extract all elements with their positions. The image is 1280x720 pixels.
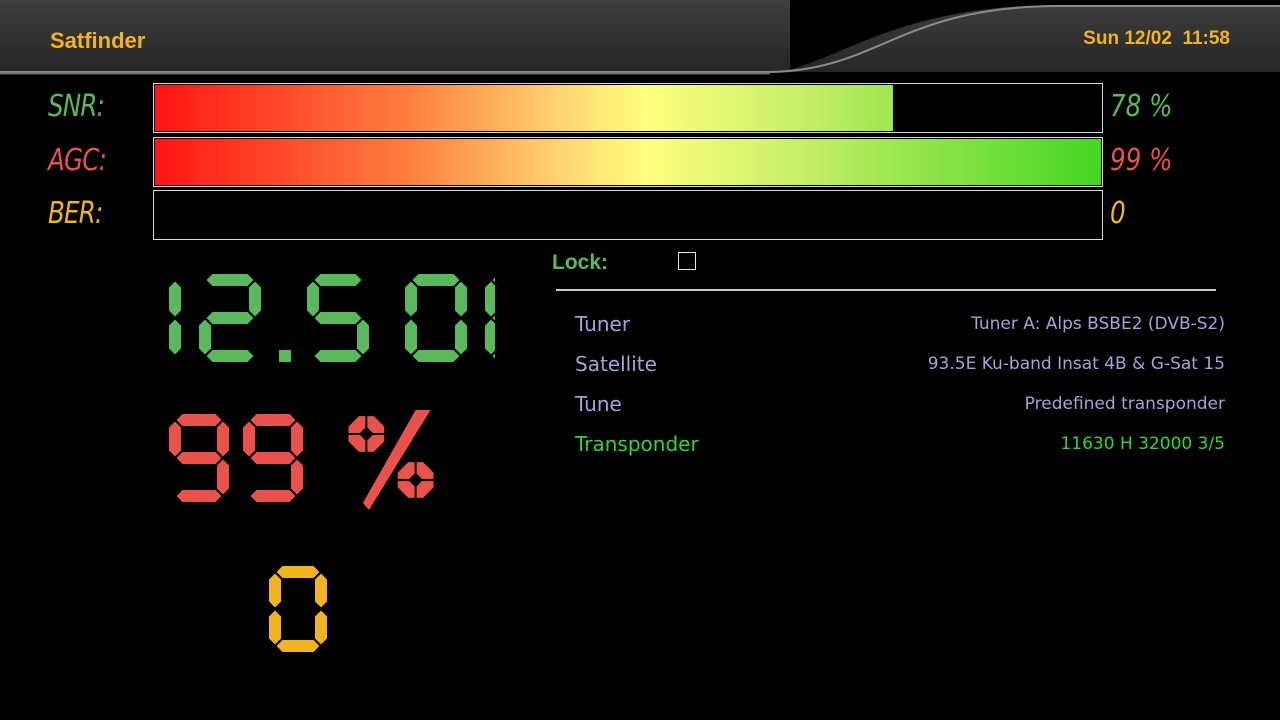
segment-a — [206, 274, 254, 286]
segment-d — [412, 350, 460, 362]
segment-c — [217, 459, 229, 495]
segment-b — [249, 281, 261, 317]
segment-d — [314, 350, 362, 362]
agc-value: 99 % — [1110, 143, 1173, 178]
snr-value: 78 % — [1110, 89, 1173, 124]
segment-e — [485, 319, 495, 355]
snr-meter — [153, 83, 1103, 133]
snr-meter-fill — [155, 85, 893, 131]
app-title: Satfinder — [50, 28, 146, 53]
digit-1 — [243, 414, 303, 502]
info-value-transponder: 11630 H 32000 3/5 — [1060, 434, 1225, 454]
lock-label: Lock: — [552, 251, 609, 274]
segment-g — [250, 452, 296, 464]
segment-c — [291, 459, 303, 495]
agc-percent-readout — [169, 410, 435, 510]
info-key-tune: Tune — [575, 392, 622, 416]
segment-b — [169, 281, 181, 317]
segment-d — [250, 490, 296, 502]
segment-a — [250, 414, 296, 426]
segment-g — [206, 312, 254, 324]
segment-b — [291, 421, 303, 457]
info-value-satellite: 93.5E Ku-band Insat 4B & G-Sat 15 — [927, 354, 1225, 374]
ber-value: 0 — [1110, 196, 1126, 231]
header-bar: Satfinder Sun 12/02 11:58 — [0, 0, 1280, 75]
segment-a — [314, 274, 362, 286]
ber-label: BER: — [48, 196, 103, 231]
ber-meter — [153, 190, 1103, 240]
segment-e — [269, 610, 281, 645]
digit-2 — [307, 274, 369, 362]
segment-f — [405, 281, 417, 317]
divider — [556, 289, 1216, 291]
segment-a — [412, 274, 460, 286]
agc-label: AGC: — [48, 143, 107, 178]
snr-db-readout — [169, 274, 495, 362]
segment-g — [314, 312, 362, 324]
info-key-satellite: Satellite — [575, 352, 657, 376]
segment-b — [455, 281, 467, 317]
segment-b — [217, 421, 229, 457]
segment-b — [315, 573, 327, 608]
agc-meter-fill — [155, 139, 1101, 185]
info-value-tune: Predefined transponder — [1024, 394, 1225, 414]
digit-3 — [405, 274, 467, 362]
segment-a — [176, 414, 222, 426]
info-key-transponder: Transponder — [575, 432, 699, 456]
segment-e — [405, 319, 417, 355]
decimal-point — [279, 350, 291, 362]
segment-a — [276, 566, 320, 578]
digit-0 — [269, 566, 327, 652]
digit-4 — [485, 277, 495, 359]
segment-d — [206, 350, 254, 362]
snr-label: SNR: — [48, 89, 105, 124]
segment-c — [357, 319, 369, 355]
segment-f — [169, 421, 181, 457]
segment-f — [307, 281, 319, 317]
segment-c — [169, 319, 181, 355]
satfinder-screen: Satfinder Sun 12/02 11:58 SNR: 78 % AGC:… — [0, 0, 1280, 720]
segment-d — [276, 640, 320, 652]
segment-f — [485, 281, 495, 317]
segment-f — [243, 421, 255, 457]
ber-readout — [269, 566, 327, 652]
segment-c — [455, 319, 467, 355]
segment-f — [269, 573, 281, 608]
segment-c — [315, 610, 327, 645]
segment-d — [176, 490, 222, 502]
segment-g — [176, 452, 222, 464]
digit-1 — [199, 274, 261, 362]
lock-checkbox — [678, 252, 696, 270]
clock: Sun 12/02 11:58 — [1083, 28, 1230, 49]
agc-meter — [153, 137, 1103, 187]
info-value-tuner: Tuner A: Alps BSBE2 (DVB-S2) — [971, 314, 1225, 334]
percent-glyph — [347, 410, 435, 510]
digit-0 — [169, 414, 229, 502]
digit-0 — [169, 281, 181, 355]
segment-e — [199, 319, 211, 355]
info-key-tuner: Tuner — [575, 312, 631, 336]
